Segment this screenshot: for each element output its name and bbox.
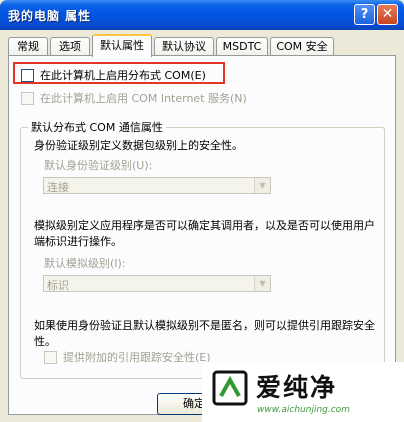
enable-dcom-checkbox[interactable]: 在此计算机上启用分布式 COM(E) — [21, 67, 206, 83]
auth-level-select[interactable]: 连接 ▼ — [43, 177, 271, 194]
impersonation-level-value: 标识 — [47, 279, 69, 292]
reference-tracking-label: 提供附加的引用跟踪安全性(E) — [63, 351, 211, 364]
tab-default-protocols[interactable]: 默认协议 — [154, 37, 214, 56]
tab-com-security[interactable]: COM 安全 — [270, 37, 334, 56]
checkbox-box[interactable] — [21, 91, 34, 105]
checkbox-box[interactable] — [21, 68, 34, 82]
auth-level-value: 连接 — [47, 181, 69, 194]
chevron-down-icon[interactable]: ▼ — [254, 276, 270, 291]
checkbox-box[interactable] — [44, 350, 57, 364]
tab-options[interactable]: 选项 — [50, 37, 90, 56]
brand-logo-icon — [212, 370, 248, 406]
close-button[interactable]: ✕ — [377, 4, 398, 25]
auth-description: 身份验证级别定义数据包级别上的安全性。 — [34, 139, 243, 152]
reference-tracking-checkbox[interactable]: 提供附加的引用跟踪安全性(E) — [44, 349, 211, 365]
tab-default-properties[interactable]: 默认属性 — [92, 34, 152, 57]
impersonation-description: 模拟级别定义应用程序是否可以确定其调用者，以及是否可以使用用户端标识进行操作。 — [34, 219, 375, 248]
tab-general[interactable]: 常规 — [8, 37, 48, 56]
enable-com-internet-checkbox[interactable]: 在此计算机上启用 COM Internet 服务(N) — [21, 90, 247, 106]
auth-level-label: 默认身份验证级别(U): — [44, 159, 153, 172]
tab-msdtc[interactable]: MSDTC — [216, 37, 268, 56]
impersonation-level-select[interactable]: 标识 ▼ — [43, 275, 271, 292]
chevron-down-icon[interactable]: ▼ — [254, 178, 270, 193]
impersonation-level-label: 默认模拟级别(I): — [44, 257, 126, 270]
tracking-description: 如果使用身份验证且默认模拟级别不是匿名，则可以提供引用跟踪安全性。 — [34, 319, 375, 348]
enable-dcom-label: 在此计算机上启用分布式 COM(E) — [40, 69, 206, 82]
title-bar[interactable]: 我的电脑 属性 ? ✕ — [0, 0, 404, 30]
window-title: 我的电脑 属性 — [8, 9, 92, 23]
watermark-name: 爱纯净 — [256, 373, 338, 402]
group-title: 默认分布式 COM 通信属性 — [28, 119, 166, 135]
watermark: 爱纯净 www.aichunjing.com — [202, 362, 404, 422]
help-button[interactable]: ? — [354, 4, 375, 25]
watermark-url: www.aichunjing.com — [257, 405, 350, 415]
enable-com-internet-label: 在此计算机上启用 COM Internet 服务(N) — [40, 92, 247, 105]
